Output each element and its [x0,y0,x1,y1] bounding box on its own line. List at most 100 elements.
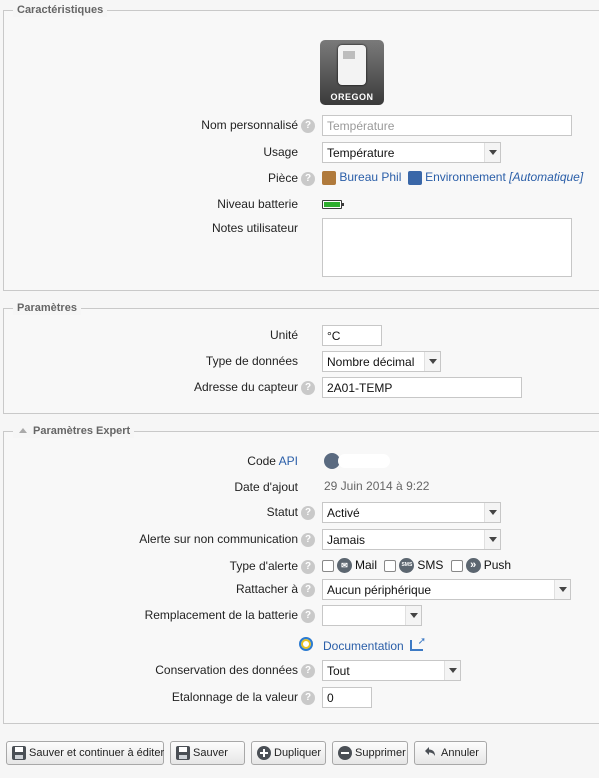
duplicate-label: Dupliquer [274,747,322,759]
help-icon[interactable]: ? [301,533,315,547]
api-code-redacted [338,454,390,468]
documentation-link[interactable]: Documentation [323,639,404,653]
sms-label: SMS [417,558,444,572]
help-icon[interactable]: ? [301,560,315,574]
collapse-triangle-icon[interactable] [19,427,27,433]
expert-legend-text: Paramètres Expert [33,425,131,437]
custom-name-label: Nom personnalisé [201,118,298,132]
room-icon [322,170,336,185]
room-link[interactable]: Bureau Phil [339,170,401,184]
push-label: Push [483,558,512,572]
chevron-down-icon [405,606,421,625]
added-date-value: 29 Juin 2014 à 9:22 [324,479,430,493]
save-button[interactable]: Sauver [170,741,245,765]
added-date-label: Date d'ajout [234,480,298,494]
usage-value: Température [327,146,395,160]
alert-nocomm-value: Jamais [327,533,366,547]
attach-value: Aucun périphérique [327,583,432,597]
floppy-icon [11,745,27,761]
characteristics-legend: Caractéristiques [13,3,108,17]
calibration-label: Etalonnage de la valeur [171,690,298,704]
sensor-illustration [338,45,366,85]
battery-icon [322,200,344,209]
sms-checkbox[interactable] [384,559,397,572]
alert-nocomm-select[interactable]: Jamais [322,529,501,550]
status-select[interactable]: Activé [322,502,501,523]
push-checkbox[interactable] [450,559,463,572]
usage-label: Usage [263,145,298,159]
attach-select[interactable]: Aucun périphérique [322,579,571,600]
battery-level-fill [324,202,340,207]
address-label: Adresse du capteur [193,380,298,394]
battery-replace-label: Remplacement de la batterie [144,608,298,622]
mail-label: Mail [355,558,378,572]
notes-label: Notes utilisateur [211,221,298,235]
save-continue-button[interactable]: Sauver et continuer à éditer [6,741,164,765]
characteristics-section: Caractéristiques OREGON Nom personnalisé… [3,3,599,291]
room-links: Bureau Phil Environnement [Automatique] [322,167,583,188]
status-value: Activé [327,506,360,520]
sms-icon: SMS [399,558,415,574]
chevron-down-icon [424,352,440,371]
device-image: OREGON [320,40,384,105]
oregon-brand-label: OREGON [330,92,374,102]
documentation-row: Documentation ➚ [323,636,426,657]
environment-auto-label: [Automatique] [509,170,584,184]
status-label: Statut [266,505,298,519]
alert-type-label: Type d'alerte [229,559,298,573]
battery-label: Niveau batterie [217,197,298,211]
alert-type-options: ✉ Mail SMS SMS » Push [322,555,511,576]
minus-circle-icon [337,745,353,761]
chevron-down-icon [444,661,460,680]
help-icon[interactable]: ? [301,664,315,678]
delete-label: Supprimer [355,747,406,759]
help-icon[interactable]: ? [301,506,315,520]
chevron-down-icon [554,580,570,599]
expert-section: Paramètres Expert Code API Date d'ajout … [3,424,599,724]
alert-nocomm-label: Alerte sur non communication [139,532,298,546]
help-icon[interactable]: ? [301,583,315,597]
help-icon[interactable]: ? [301,381,315,395]
cancel-button[interactable]: Annuler [414,741,487,765]
custom-name-input[interactable]: Température [322,115,572,136]
help-icon[interactable]: ? [301,691,315,705]
datatype-label: Type de données [205,354,298,368]
environment-link[interactable]: Environnement [425,170,506,184]
cancel-label: Annuler [441,747,479,759]
mail-icon: ✉ [337,558,352,574]
retention-label: Conservation des données [155,663,298,677]
address-input[interactable]: 2A01-TEMP [322,377,522,398]
expert-legend[interactable]: Paramètres Expert [13,424,135,438]
notes-textarea[interactable] [322,218,572,277]
push-icon: » [465,558,481,574]
unit-input[interactable]: °C [322,325,382,346]
api-code-label: Code API [247,454,298,468]
retention-value: Tout [327,664,350,678]
chevron-down-icon [484,143,500,162]
plus-circle-icon [256,745,272,761]
battery-replace-select[interactable] [322,605,422,626]
room-label: Pièce [267,171,298,185]
calibration-input[interactable]: 0 [322,687,372,708]
delete-button[interactable]: Supprimer [332,741,408,765]
datatype-select[interactable]: Nombre décimal [322,351,441,372]
api-link[interactable]: API [279,454,298,468]
parameters-legend: Paramètres [13,301,81,315]
retention-select[interactable]: Tout [322,660,461,681]
undo-icon [421,745,437,761]
mail-checkbox[interactable] [322,559,334,572]
help-icon[interactable]: ? [301,119,315,133]
help-icon[interactable]: ? [301,172,315,186]
duplicate-button[interactable]: Dupliquer [251,741,326,765]
chevron-down-icon [484,503,500,522]
parameters-section: Paramètres Unité °C Type de données Nomb… [3,301,599,414]
save-continue-label: Sauver et continuer à éditer [29,747,165,759]
chevron-down-icon [484,530,500,549]
attach-label: Rattacher à [235,582,298,596]
usage-select[interactable]: Température [322,142,501,163]
documentation-icon [299,637,313,651]
external-link-icon[interactable]: ➚ [410,637,426,651]
unit-label: Unité [269,328,298,342]
help-icon[interactable]: ? [301,609,315,623]
floppy-icon [175,745,191,761]
